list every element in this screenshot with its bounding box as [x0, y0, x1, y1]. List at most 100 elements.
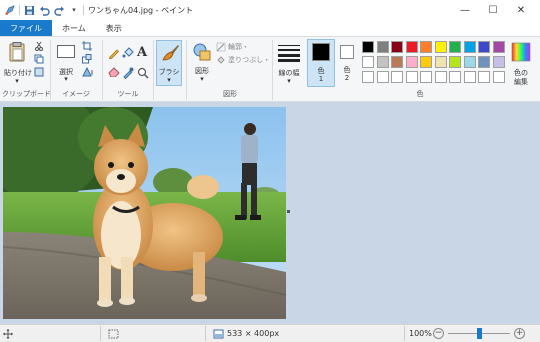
ribbon: 貼り付け ▾ クリップボード 選択 ▾ イメージ A ツール ブラシ ▾ 図形 …: [0, 36, 540, 102]
brushes-dropdown-icon: ▾: [167, 76, 171, 84]
canvas-resize-handle[interactable]: [287, 210, 290, 213]
title-bar: ▾ ワンちゃん04.jpg - ペイント — ☐ ✕: [0, 0, 540, 20]
palette-swatch[interactable]: [449, 56, 461, 68]
group-separator: [153, 40, 154, 100]
zoom-in-button[interactable]: +: [514, 328, 525, 339]
fill-label: 塗りつぶし・: [228, 56, 271, 64]
brush-icon: [162, 45, 179, 61]
outline-button[interactable]: 輪郭・: [216, 42, 249, 52]
cursor-position-icon: [3, 329, 13, 341]
zoom-slider-thumb[interactable]: [476, 328, 482, 339]
rotate-icon[interactable]: [82, 66, 94, 79]
palette-swatch[interactable]: [434, 56, 447, 68]
palette-swatch[interactable]: [405, 41, 418, 53]
palette-swatch[interactable]: [463, 41, 476, 53]
color-picker-icon[interactable]: [122, 67, 134, 81]
group-separator: [102, 40, 103, 100]
palette-swatch[interactable]: [376, 71, 389, 83]
edit-colors-button[interactable]: 色の 編集: [508, 40, 534, 90]
clipboard-icon: [9, 42, 25, 62]
palette-swatch[interactable]: [376, 56, 389, 68]
crop-icon[interactable]: [82, 41, 92, 53]
tab-home[interactable]: ホーム: [52, 20, 96, 36]
save-icon[interactable]: [23, 4, 35, 16]
clipboard-group-label: クリップボード: [2, 90, 51, 98]
palette-swatch[interactable]: [405, 56, 418, 68]
shiba-dog-photo: [3, 107, 286, 319]
palette-swatch[interactable]: [449, 71, 461, 83]
edit-colors-label-line2: 編集: [514, 78, 528, 86]
zoom-level: 100%: [409, 329, 432, 338]
paste-from-icon[interactable]: [34, 67, 44, 79]
palette-swatch[interactable]: [405, 71, 418, 83]
cut-icon[interactable]: [34, 41, 44, 53]
fill-icon: [217, 56, 225, 64]
tab-file[interactable]: ファイル: [0, 20, 52, 36]
palette-swatch[interactable]: [362, 56, 374, 68]
status-separator: [404, 326, 405, 341]
palette-swatch[interactable]: [434, 41, 447, 53]
minimize-button[interactable]: —: [450, 0, 480, 20]
shapes-dropdown-icon: ▾: [200, 75, 204, 83]
eraser-icon[interactable]: [108, 67, 120, 79]
customize-toolbar-icon[interactable]: ▾: [68, 4, 80, 16]
tab-view[interactable]: 表示: [96, 20, 132, 36]
paste-button[interactable]: 貼り付け ▾: [4, 40, 32, 85]
resize-icon[interactable]: [82, 54, 92, 66]
shapes-group-label: 図形: [223, 90, 237, 98]
shapes-button[interactable]: 図形 ▾: [190, 40, 214, 86]
undo-icon[interactable]: [38, 4, 50, 16]
palette-swatch[interactable]: [463, 56, 476, 68]
text-tool-icon[interactable]: A: [137, 45, 147, 60]
brushes-button[interactable]: ブラシ ▾: [156, 40, 182, 86]
line-width-dropdown-icon: ▾: [287, 77, 291, 85]
palette-swatch[interactable]: [391, 71, 403, 83]
image-canvas[interactable]: [3, 107, 286, 319]
paint-app-icon[interactable]: [4, 4, 16, 16]
palette-swatch[interactable]: [420, 41, 432, 53]
select-button[interactable]: 選択 ▾: [54, 41, 78, 83]
image-size-icon: [213, 329, 224, 341]
copy-icon[interactable]: [34, 54, 44, 66]
redo-icon[interactable]: [53, 4, 65, 16]
fill-bucket-icon[interactable]: [122, 47, 134, 61]
line-width-button[interactable]: 線の幅 ▾: [275, 40, 303, 86]
palette-swatch[interactable]: [478, 56, 490, 68]
color2-swatch: [340, 45, 354, 59]
palette-swatch[interactable]: [420, 71, 432, 83]
palette-swatch[interactable]: [492, 56, 505, 68]
color1-button[interactable]: 色 1: [307, 39, 335, 87]
fill-button[interactable]: 塗りつぶし・: [216, 55, 270, 65]
palette-swatch[interactable]: [391, 56, 403, 68]
quick-access-toolbar: ▾: [4, 3, 84, 17]
palette-swatch[interactable]: [362, 71, 374, 83]
close-button[interactable]: ✕: [506, 0, 536, 20]
image-group-label: イメージ: [62, 90, 90, 98]
outline-label: 輪郭・: [228, 43, 249, 51]
group-separator: [272, 40, 273, 100]
selection-size-icon: [108, 329, 119, 341]
magnifier-icon[interactable]: [137, 67, 149, 81]
select-rectangle-icon: [57, 45, 75, 58]
palette-swatch[interactable]: [362, 41, 374, 53]
palette-swatch[interactable]: [376, 41, 389, 53]
pencil-icon[interactable]: [108, 47, 120, 61]
palette-swatch[interactable]: [420, 56, 432, 68]
palette-swatch[interactable]: [492, 41, 505, 53]
palette-swatch[interactable]: [449, 41, 461, 53]
zoom-out-button[interactable]: −: [433, 328, 444, 339]
color2-button[interactable]: 色 2: [337, 39, 359, 87]
palette-swatch[interactable]: [391, 41, 403, 53]
palette-swatch[interactable]: [463, 71, 476, 83]
palette-swatch[interactable]: [478, 41, 490, 53]
color1-number: 1: [318, 75, 324, 83]
paste-dropdown-icon: ▾: [15, 77, 19, 85]
palette-swatch[interactable]: [478, 71, 490, 83]
ribbon-tabs: ファイル ホーム 表示: [0, 20, 540, 36]
rainbow-palette-icon: [511, 42, 531, 62]
color1-swatch: [312, 43, 330, 61]
palette-swatch[interactable]: [492, 71, 505, 83]
palette-swatch[interactable]: [434, 71, 447, 83]
maximize-button[interactable]: ☐: [478, 0, 508, 20]
status-separator: [100, 326, 101, 341]
